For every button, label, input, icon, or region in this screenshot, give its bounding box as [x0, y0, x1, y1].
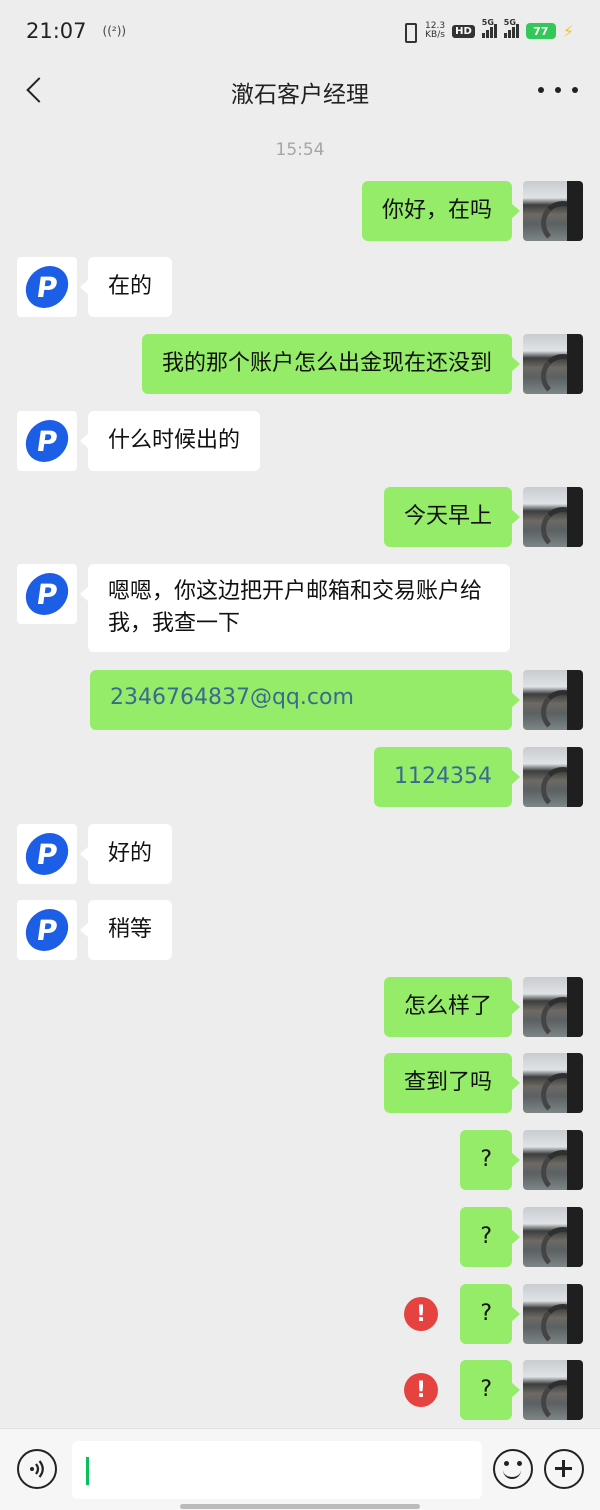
emoji-icon[interactable] [493, 1449, 533, 1489]
incoming-message[interactable]: 什么时候出的 [79, 411, 261, 471]
charging-icon: ⚡ [562, 21, 574, 41]
my-avatar[interactable] [523, 1207, 583, 1267]
incoming-message[interactable]: 好的 [79, 824, 173, 884]
signal-label-2: 5G [503, 18, 516, 27]
outgoing-message[interactable]: ? [460, 1360, 520, 1420]
my-avatar[interactable] [523, 1284, 583, 1344]
outgoing-message[interactable]: 2346764837@qq.com [90, 670, 520, 730]
more-icon[interactable] [538, 76, 578, 104]
text-caret [86, 1457, 89, 1485]
my-avatar[interactable] [523, 1360, 583, 1420]
my-avatar[interactable] [523, 670, 583, 730]
send-failed-icon[interactable]: ! [404, 1373, 438, 1407]
p-logo-icon: P [23, 909, 71, 951]
contact-avatar[interactable]: P [17, 900, 77, 960]
outgoing-message[interactable]: 我的那个账户怎么出金现在还没到 [141, 334, 521, 394]
send-failed-icon[interactable]: ! [404, 1297, 438, 1331]
outgoing-message[interactable]: ? [460, 1284, 520, 1344]
outgoing-message[interactable]: ? [460, 1207, 520, 1267]
contact-avatar[interactable]: P [17, 411, 77, 471]
chat-title: 澈石客户经理 [231, 82, 369, 108]
vibrate-icon [400, 22, 418, 43]
nav-bar: 澈石客户经理 [0, 62, 600, 120]
net-speed-unit: KB/s [425, 30, 445, 40]
contact-avatar[interactable]: P [17, 824, 77, 884]
outgoing-message[interactable]: 查到了吗 [383, 1053, 521, 1113]
status-bar: 21:07 ((²)) 12.3 KB/s HD 5G 5G 77 ⚡ [0, 0, 600, 62]
contact-avatar[interactable]: P [17, 564, 77, 624]
my-avatar[interactable] [523, 1053, 583, 1113]
my-avatar[interactable] [523, 487, 583, 547]
p-logo-icon: P [23, 266, 71, 308]
message-input[interactable] [72, 1441, 482, 1499]
signal-label-1: 5G [481, 18, 494, 27]
input-bar [0, 1428, 600, 1510]
outgoing-message[interactable]: 怎么样了 [383, 977, 521, 1037]
contact-avatar[interactable]: P [17, 257, 77, 317]
my-avatar[interactable] [523, 1130, 583, 1190]
my-avatar[interactable] [523, 334, 583, 394]
p-logo-icon: P [23, 833, 71, 875]
incoming-message[interactable]: 在的 [79, 257, 173, 317]
my-avatar[interactable] [523, 747, 583, 807]
my-avatar[interactable] [523, 977, 583, 1037]
outgoing-message[interactable]: ? [460, 1130, 520, 1190]
battery-icon: 77 [525, 23, 556, 39]
outgoing-message[interactable]: 1124354 [374, 747, 520, 807]
voice-icon[interactable] [17, 1449, 57, 1489]
plus-icon[interactable] [544, 1449, 584, 1489]
incoming-message[interactable]: 稍等 [79, 900, 173, 960]
message-timestamp: 15:54 [275, 140, 325, 160]
outgoing-message[interactable]: 今天早上 [383, 487, 521, 547]
p-logo-icon: P [23, 420, 71, 462]
status-time: 21:07 [26, 19, 87, 43]
voice-wave-icon [30, 1460, 44, 1478]
net-speed: 12.3 KB/s [425, 22, 445, 40]
my-avatar[interactable] [523, 181, 583, 241]
p-logo-icon: P [23, 573, 71, 615]
signal-icon-2: 5G [503, 18, 519, 38]
incoming-message[interactable]: 嗯嗯，你这边把开户邮箱和交易账户给我，我查一下 [80, 564, 510, 652]
signal-icon-1: 5G [481, 18, 497, 38]
hd-badge: HD [452, 24, 475, 38]
hotspot-icon: ((²)) [102, 24, 127, 38]
home-indicator [180, 1504, 420, 1509]
outgoing-message[interactable]: 你好，在吗 [361, 181, 521, 241]
